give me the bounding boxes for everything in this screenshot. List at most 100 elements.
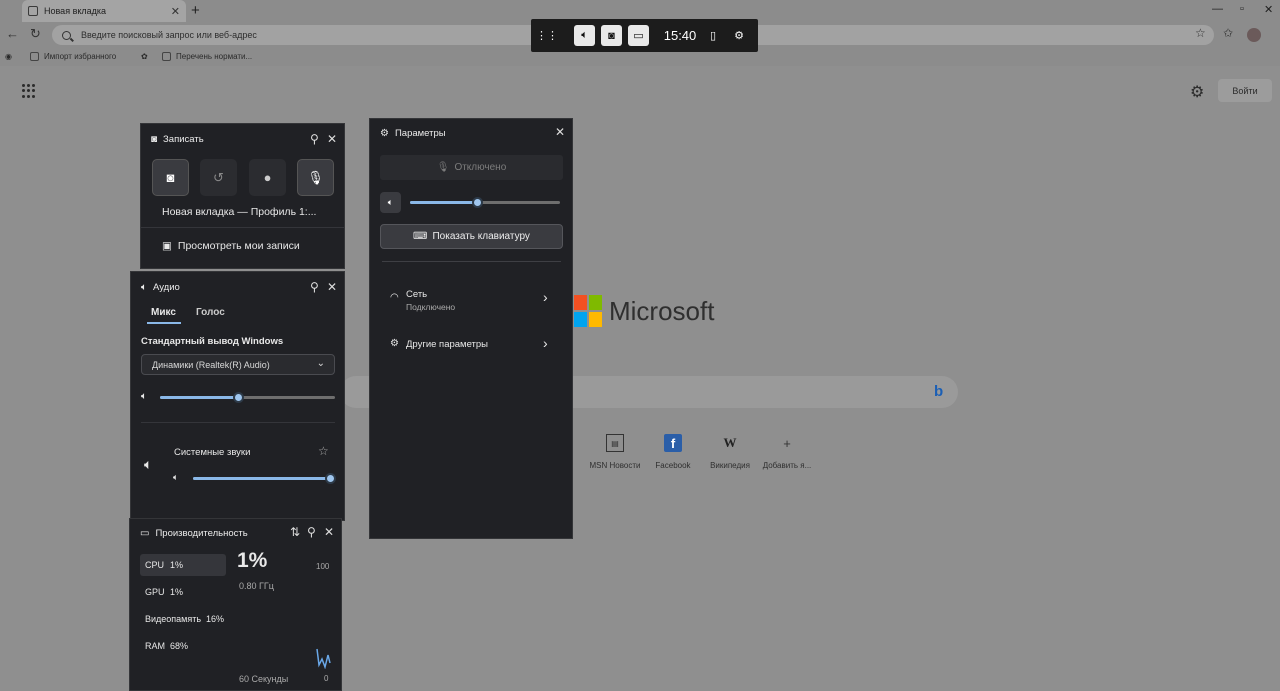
main-volume-slider[interactable] [160,392,335,403]
quick-link-label: MSN Новости [589,461,641,470]
facebook-icon: f [664,434,682,452]
mouse-icon[interactable]: ▯ [706,25,720,46]
tab-title: Новая вкладка [44,6,107,16]
graph-time-span: 60 Секунды [239,674,289,684]
view-recordings-label: Просмотреть мои записи [177,240,300,252]
close-window-icon[interactable]: ✕ [1264,3,1273,16]
view-recordings-link[interactable]: ▣ Просмотреть мои записи [162,240,300,252]
graph-axis-max: 100 [316,562,330,571]
system-sounds-slider[interactable] [193,473,336,484]
network-row[interactable]: ◠ Сеть Подключено › [380,285,563,315]
quick-link-label: Википедия [710,461,750,470]
cpu-frequency: 0.80 ГГц [239,581,274,591]
pin-icon[interactable]: ⚲ [307,525,316,539]
bookmark-page-icon [162,52,171,61]
refresh-icon[interactable]: ↻ [30,26,41,42]
system-sounds-knob[interactable] [324,473,336,484]
chevron-right-icon: › [543,289,548,305]
output-label: Стандартный вывод Windows [141,336,284,347]
favorites-icon[interactable]: ✩ [1223,26,1233,40]
metric-value: 68% [170,641,189,651]
close-icon[interactable]: ✕ [327,280,337,294]
gpu-metric-row[interactable]: GPU 1% [140,581,226,603]
apps-grid-icon[interactable] [22,84,36,98]
profile-avatar[interactable] [1247,28,1261,42]
pin-icon[interactable]: ⚲ [310,132,319,146]
quick-link-add[interactable]: + Добавить я... [757,434,817,471]
bookmark-import[interactable]: Импорт избранного [30,52,116,61]
browser-tab[interactable]: Новая вкладка ✕ [22,0,186,22]
bookmarks-eye-icon[interactable]: ◉ [5,52,12,61]
show-keyboard-button[interactable]: ⌨ Показать клавиатуру [380,224,563,249]
vram-metric-row[interactable]: Видеопамять 16% [140,608,236,630]
chevron-down-icon: ⌄ [316,358,325,369]
audio-panel: 🔈︎ Аудио ⚲ ✕ Микс Голос Стандартный выво… [130,271,345,521]
ram-metric-row[interactable]: RAM 68% [140,635,226,657]
screenshot-button[interactable]: ◙ [152,159,189,196]
quick-link-facebook[interactable]: f Facebook [643,434,703,470]
tab-close-icon[interactable]: ✕ [171,5,180,18]
tab-voice[interactable]: Голос [196,307,225,318]
settings-volume-fill [410,201,478,204]
bing-icon[interactable]: b [934,383,943,400]
settings-volume-knob[interactable] [472,197,483,208]
close-icon[interactable]: ✕ [327,132,337,146]
add-icon: + [783,435,791,451]
quick-link-label: Добавить я... [762,461,812,470]
minimize-icon[interactable]: — [1212,3,1223,15]
mic-toggle-button[interactable]: 🎙︎ [297,159,334,196]
output-device-select[interactable]: Динамики (Realtek(R) Audio) ⌄ [141,354,335,375]
metric-name: Видеопамять [145,614,202,624]
output-device-value: Динамики (Realtek(R) Audio) [152,359,270,370]
mic-status-button[interactable]: 🎙︎ Отключено [380,155,563,180]
widget-menu-icon[interactable]: ⋮⋮ [536,25,558,46]
camera-icon: ◙ [151,134,158,145]
audio-widget-icon[interactable]: 🔈︎ [574,25,595,46]
gear-icon: ⚙ [390,338,399,349]
chevron-right-icon: › [543,335,548,351]
microsoft-logo [574,295,602,327]
cpu-big-value: 1% [237,549,268,572]
record-last-button[interactable]: ↺ [200,159,237,196]
pin-icon[interactable]: ⚲ [310,280,319,294]
record-dot-icon: ● [263,170,272,185]
performance-widget-icon[interactable]: ▭ [628,25,649,46]
metric-name: GPU [145,587,165,597]
other-settings-row[interactable]: ⚙ Другие параметры › [380,335,563,355]
capture-title: Записать [163,134,204,145]
speaker-icon: 🔈︎ [141,391,147,402]
options-sliders-icon[interactable]: ⇅ [290,525,300,539]
capture-widget-icon[interactable]: ◙ [601,25,622,46]
close-icon[interactable]: ✕ [555,125,565,139]
cpu-metric-row[interactable]: CPU 1% [140,554,226,576]
quick-link-wikipedia[interactable]: W Википедия [700,434,760,470]
network-label: Сеть [406,289,428,300]
keyboard-icon: ⌨ [413,231,428,242]
metric-name: RAM [145,641,165,651]
volume-mute-button[interactable]: 🔈︎ [380,192,401,213]
maximize-icon[interactable]: ▫ [1240,3,1244,15]
camera-icon: ◙ [166,170,175,185]
settings-gear-icon[interactable]: ⚙ [731,25,747,46]
new-tab-icon[interactable]: + [191,2,200,19]
quick-link-msn[interactable]: ▤ MSN Новости [585,434,645,470]
signin-button[interactable]: Войти [1218,79,1272,102]
favorite-star-icon[interactable]: ☆ [318,444,329,458]
settings-volume-slider[interactable] [410,197,560,208]
capture-header: ◙ Записать [151,134,204,145]
close-icon[interactable]: ✕ [324,525,334,539]
msn-news-icon: ▤ [606,434,624,452]
system-sounds-label: Системные звуки [174,447,251,458]
back-icon[interactable]: ← [6,26,19,41]
graph-axis-min: 0 [324,674,329,683]
favorite-star-icon[interactable]: ☆ [1195,26,1206,40]
main-volume-knob[interactable] [233,392,245,403]
bookmark-favicon-icon[interactable]: ✿ [141,52,148,61]
bookmark-regulations[interactable]: Перечень нормати... [162,52,252,61]
record-button[interactable]: ● [249,159,286,196]
wikipedia-icon: W [723,435,737,450]
performance-panel: ▭ Производительность ⇅ ⚲ ✕ CPU 1% GPU 1%… [129,518,342,691]
tab-mix[interactable]: Микс [151,307,176,318]
monitor-icon: ▭ [140,528,150,539]
page-settings-gear-icon[interactable]: ⚙ [1190,82,1204,102]
